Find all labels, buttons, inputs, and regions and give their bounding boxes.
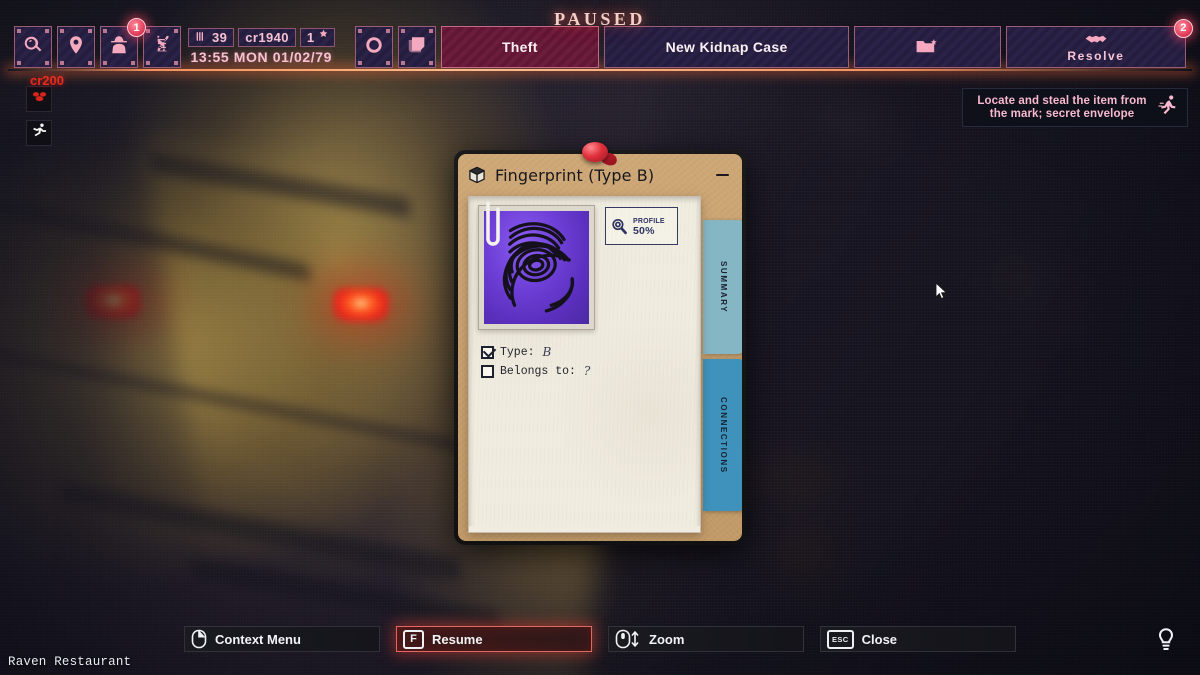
credits-chip: cr1940 [238, 28, 296, 47]
card-frame: Fingerprint (Type B) Summary Connections [454, 150, 746, 545]
tab-summary-label: Summary [718, 260, 730, 314]
game-screen: PAUSED 1 39 cr1940 1 13:55 MON 01/02/79 … [0, 0, 1200, 675]
game-clock: 13:55 MON 01/02/79 [190, 49, 333, 65]
close-label: Close [861, 631, 898, 647]
pushpin-icon [582, 142, 619, 172]
detective-icon-button[interactable]: 1 [100, 18, 146, 68]
fingerprint-count: 39 [212, 30, 228, 45]
minimize-button[interactable] [712, 165, 732, 185]
fact-type-checkbox[interactable] [481, 345, 494, 359]
new-kidnap-case-label: New Kidnap Case [665, 38, 788, 55]
context-menu-prompt[interactable]: Context Menu [184, 626, 380, 652]
fingerprint-count-chip: 39 [188, 28, 235, 47]
search-icon [22, 34, 44, 61]
rating-value: 1 [306, 30, 315, 45]
kick-action-icon [31, 122, 48, 144]
close-prompt[interactable]: ESC Close [820, 626, 1016, 652]
fact-belongs-to-row[interactable]: Belongs to: ? [481, 364, 690, 378]
resolve-button[interactable]: Resolve 2 [1005, 19, 1194, 68]
fact-type-value: B [542, 345, 552, 359]
money-icon-box [26, 86, 52, 112]
notes-icon [406, 34, 428, 61]
profile-readout: Profile 50% [605, 207, 678, 245]
fact-type-label: Type: [500, 345, 535, 359]
fact-type-row[interactable]: Type: B [481, 345, 690, 359]
zoom-label: Zoom [649, 631, 685, 647]
action-status [26, 120, 52, 146]
handshake-icon [1084, 30, 1108, 49]
fingerprint-photo-frame[interactable] [478, 201, 595, 330]
tab-summary[interactable]: Summary [703, 220, 742, 354]
top-hud-bar: 1 39 cr1940 1 13:55 MON 01/02/79 Theft N… [14, 18, 1194, 68]
fingerprint-small-icon [195, 30, 208, 46]
dna-icon-button[interactable] [143, 26, 181, 68]
profile-value: 50% [633, 225, 655, 237]
resume-prompt[interactable]: F Resume [396, 626, 592, 652]
fact-belongs-to-value: ? [583, 364, 591, 378]
map-pin-icon [65, 34, 87, 61]
key-esc: ESC [827, 629, 854, 649]
action-icon-box [26, 120, 52, 146]
money-amount: cr200 [30, 73, 64, 88]
objective-banner: Locate and steal the item from the mark;… [962, 88, 1188, 127]
card-tabs: Summary Connections [703, 220, 742, 511]
fact-list: Type: B Belongs to: ? [481, 345, 690, 378]
case-theft-button[interactable]: Theft [440, 26, 600, 68]
thief-running-icon [1157, 94, 1179, 121]
objective-text: Locate and steal the item from the mark;… [977, 94, 1147, 120]
paused-label: PAUSED [554, 9, 646, 29]
box-3d-icon [467, 165, 487, 185]
card-corkboard: Fingerprint (Type B) Summary Connections [458, 154, 742, 541]
notes-icon-button[interactable] [397, 26, 436, 68]
case-theft-label: Theft [501, 38, 538, 55]
fact-belongs-to-label: Belongs to: [500, 364, 576, 378]
player-status-stack: cr200 [26, 73, 64, 146]
paperclip-icon [480, 201, 500, 253]
rating-chip: 1 [299, 28, 335, 47]
fact-belongs-to-checkbox[interactable] [481, 364, 494, 378]
lightbulb-icon[interactable] [1156, 627, 1176, 653]
context-menu-label: Context Menu [215, 631, 301, 647]
card-page: Profile 50% Type: B Be [468, 196, 701, 533]
search-icon-button[interactable] [14, 26, 52, 68]
zoom-prompt[interactable]: Zoom [608, 626, 804, 652]
folder-plus-icon [915, 38, 939, 57]
resume-label: Resume [432, 631, 483, 647]
evidence-card[interactable]: Fingerprint (Type B) Summary Connections [454, 142, 746, 545]
hud-divider [8, 69, 1192, 71]
location-label: Raven Restaurant [8, 655, 132, 669]
mouse-scroll-icon [615, 629, 641, 649]
magnifier-icon [610, 217, 629, 236]
money-status: cr200 [26, 73, 64, 112]
detective-icon [108, 34, 130, 61]
photo-and-profile-row: Profile 50% [478, 201, 691, 330]
input-prompt-bar: Context Menu F Resume Zoom ESC Close [0, 625, 1200, 653]
ring-icon-button[interactable] [354, 26, 393, 68]
hud-stats-panel: 39 cr1940 1 13:55 MON 01/02/79 [186, 26, 337, 68]
new-case-folder-button[interactable] [854, 26, 1001, 68]
tab-connections[interactable]: Connections [703, 359, 742, 511]
money-stack-icon [31, 88, 48, 110]
tab-connections-label: Connections [718, 396, 730, 474]
ring-icon [363, 34, 385, 61]
mouse-right-click-icon [191, 629, 207, 649]
key-f: F [403, 629, 424, 649]
new-kidnap-case-button[interactable]: New Kidnap Case [604, 26, 849, 68]
resolve-label: Resolve [1067, 49, 1125, 63]
dna-icon [151, 34, 173, 61]
map-pin-icon-button[interactable] [57, 26, 95, 68]
